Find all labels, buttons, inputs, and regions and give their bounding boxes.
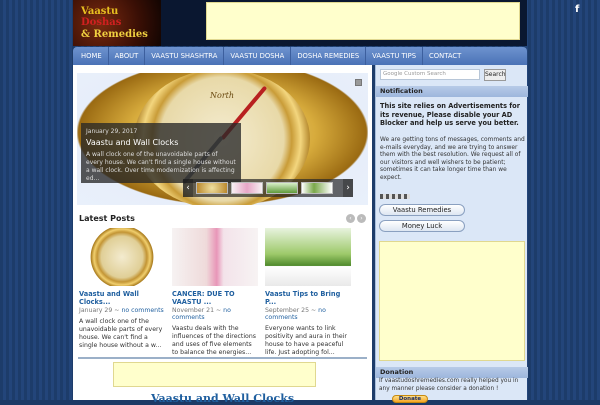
- nav-vaastu-shashtra[interactable]: VAASTU SHASHTRA: [145, 47, 225, 65]
- latest-post-card: Vaastu Tips to Bring P... September 25 ~…: [265, 228, 351, 358]
- post-meta: September 25 ~ no comments: [265, 307, 351, 321]
- search-button[interactable]: Search: [484, 69, 506, 81]
- post-meta-separator: ~: [309, 307, 319, 314]
- slider-thumb[interactable]: [196, 182, 228, 194]
- section-divider: [78, 357, 367, 359]
- notification-bold-text: This site relies on Advertisements for i…: [380, 102, 520, 127]
- search-input[interactable]: Google Custom Search: [380, 69, 480, 80]
- site-logo[interactable]: Vaastu Doshas & Remedies: [73, 0, 161, 46]
- slider-thumb[interactable]: [301, 182, 333, 194]
- post-meta-separator: ~: [214, 307, 224, 314]
- latest-prev-button[interactable]: ‹: [346, 214, 355, 223]
- post-thumbnail[interactable]: [265, 228, 351, 286]
- post-title[interactable]: Vaastu and Wall Clocks...: [79, 290, 165, 306]
- slider-caption[interactable]: January 29, 2017 Vaastu and Wall Clocks …: [81, 123, 241, 183]
- slider-thumb[interactable]: [266, 182, 298, 194]
- slider-thumbnails: [193, 179, 343, 197]
- language-selector[interactable]: [380, 194, 410, 199]
- sidebar-advertisement[interactable]: [379, 241, 525, 361]
- post-excerpt: A wall clock one of the unavoidable part…: [79, 318, 163, 349]
- slider-prev-button[interactable]: ‹: [183, 179, 193, 197]
- post-date: November 21: [172, 307, 215, 314]
- featured-slider[interactable]: North January 29, 2017 Vaastu and Wall C…: [77, 73, 368, 205]
- post-thumbnail[interactable]: [172, 228, 258, 286]
- nav-dosha-remedies[interactable]: DOSHA REMEDIES: [291, 47, 367, 65]
- slider-title[interactable]: Vaastu and Wall Clocks: [86, 138, 236, 147]
- notification-text: We are getting tons of messages, comment…: [380, 137, 525, 181]
- compass-north-label: North: [210, 91, 235, 100]
- post-excerpt: Everyone wants to link positivity and au…: [265, 325, 347, 356]
- latest-post-card: Vaastu and Wall Clocks... January 29 ~ n…: [79, 228, 165, 358]
- nav-about[interactable]: ABOUT: [109, 47, 146, 65]
- post-thumbnail[interactable]: [79, 228, 165, 286]
- latest-next-button[interactable]: ›: [357, 214, 366, 223]
- post-date: September 25: [265, 307, 310, 314]
- slider-next-button[interactable]: ›: [343, 179, 353, 197]
- vaastu-remedies-button[interactable]: Vaastu Remedies: [379, 204, 465, 216]
- post-meta: November 21 ~ no comments: [172, 307, 258, 321]
- slider-pause-button[interactable]: [355, 79, 362, 86]
- logo-text-remedies: & Remedies: [81, 29, 148, 40]
- nav-vaastu-tips[interactable]: VAASTU TIPS: [366, 47, 424, 65]
- main-navigation: HOME ABOUT VAASTU SHASHTRA VAASTU DOSHA …: [73, 47, 527, 65]
- logo-text-doshas: Doshas: [81, 17, 122, 28]
- donate-button[interactable]: Donate: [392, 395, 428, 403]
- latest-post-card: CANCER: DUE TO VAASTU ... November 21 ~ …: [172, 228, 258, 358]
- content-advertisement[interactable]: [113, 362, 316, 387]
- nav-contact[interactable]: CONTACT: [423, 47, 467, 65]
- logo-text-vaastu: Vaastu: [81, 6, 119, 17]
- slider-date: January 29, 2017: [86, 128, 138, 135]
- site-header: Vaastu Doshas & Remedies: [73, 0, 527, 46]
- header-advertisement[interactable]: [206, 2, 520, 40]
- post-comments-link[interactable]: no comments: [121, 307, 163, 314]
- post-meta: January 29 ~ no comments: [79, 307, 165, 314]
- money-luck-button[interactable]: Money Luck: [379, 220, 465, 232]
- notification-heading: Notification: [376, 86, 528, 97]
- slider-thumb[interactable]: [231, 182, 263, 194]
- post-title[interactable]: Vaastu Tips to Bring P...: [265, 290, 351, 306]
- latest-posts-heading: Latest Posts: [79, 214, 135, 223]
- post-heading[interactable]: Vaastu and Wall Clocks: [151, 392, 294, 405]
- post-date: January 29: [79, 307, 113, 314]
- sidebar: Google Custom Search Search Notification…: [375, 65, 528, 403]
- post-excerpt: Vaastu deals with the influences of the …: [172, 325, 256, 356]
- nav-vaastu-dosha[interactable]: VAASTU DOSHA: [224, 47, 292, 65]
- donation-heading: Donation: [376, 367, 528, 378]
- nav-home[interactable]: HOME: [75, 47, 109, 65]
- donation-text: If vaastudoshremedies.com really helped …: [379, 378, 519, 392]
- post-title[interactable]: CANCER: DUE TO VAASTU ...: [172, 290, 258, 306]
- main-content: North January 29, 2017 Vaastu and Wall C…: [73, 65, 372, 405]
- facebook-icon[interactable]: f: [575, 4, 579, 15]
